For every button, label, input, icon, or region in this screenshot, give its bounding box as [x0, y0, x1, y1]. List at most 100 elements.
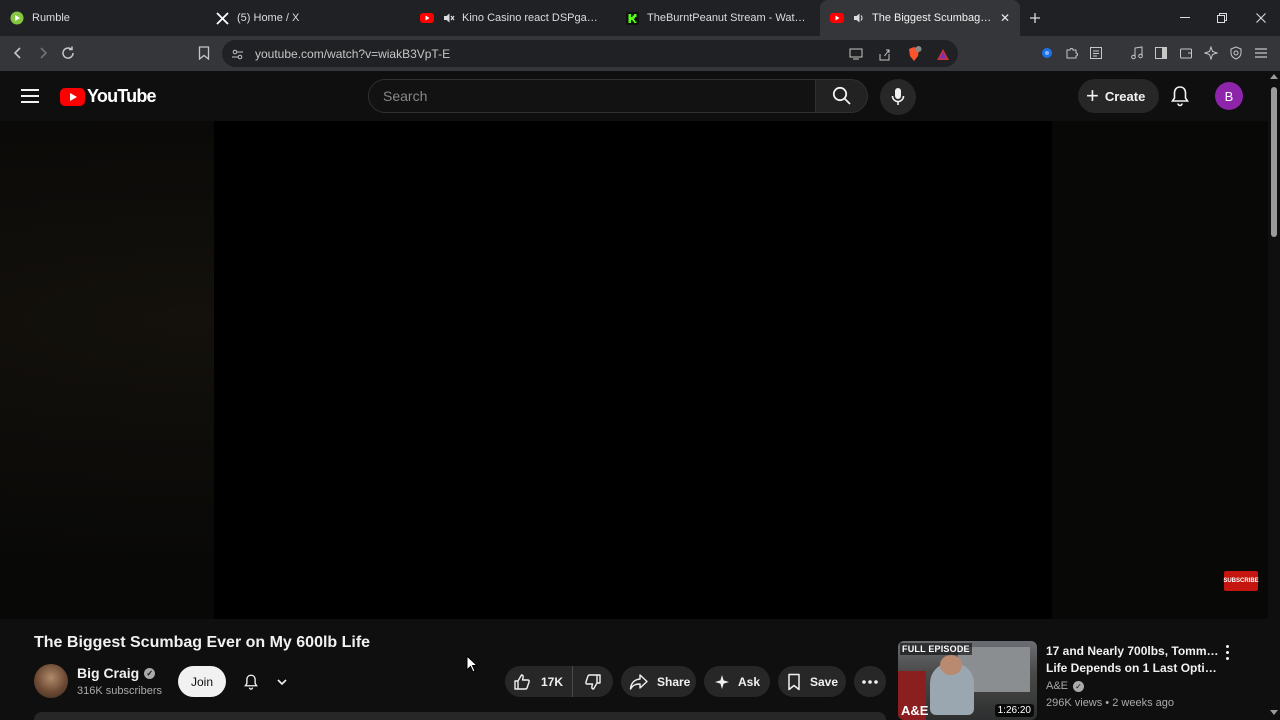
notification-bell-icon: [244, 674, 258, 690]
join-button[interactable]: Join: [178, 666, 226, 697]
share-page-icon[interactable]: [875, 45, 893, 63]
save-bookmark-icon: [788, 673, 800, 690]
ask-label: Ask: [738, 674, 761, 689]
logo-text: YouTube: [87, 86, 157, 106]
save-button[interactable]: Save: [778, 666, 846, 697]
address-bar[interactable]: youtube.com/watch?v=wiakB3VpT-E: [222, 40, 958, 67]
kick-icon: [625, 11, 639, 25]
site-settings-icon[interactable]: [228, 45, 246, 63]
save-label: Save: [810, 674, 839, 689]
new-tab-button[interactable]: [1020, 0, 1050, 36]
tab-x-home[interactable]: (5) Home / X: [205, 0, 410, 36]
account-avatar[interactable]: B: [1215, 82, 1243, 110]
like-button[interactable]: 17K: [505, 666, 573, 697]
tab-title: Kino Casino react DSPgamings W: [462, 12, 605, 24]
video-player[interactable]: [214, 121, 1052, 619]
tab-title: (5) Home / X: [237, 12, 300, 24]
sidebar-icon[interactable]: [1152, 44, 1170, 62]
thumbs-down-icon: [585, 673, 601, 690]
channel-avatar[interactable]: [34, 664, 68, 698]
search-button[interactable]: [816, 79, 868, 113]
mouse-cursor-icon: [466, 655, 478, 673]
channel-name-row[interactable]: Big Craig ✓: [77, 665, 156, 681]
channel-name[interactable]: Big Craig: [77, 665, 139, 681]
more-horizontal-icon: [862, 679, 878, 684]
more-actions-button[interactable]: [854, 666, 886, 697]
video-duration: 1:26:20: [994, 704, 1034, 717]
share-arrow-icon: [629, 673, 648, 690]
cast-icon[interactable]: [847, 45, 865, 63]
description-box[interactable]: [34, 712, 886, 720]
extension-blue-icon[interactable]: [1038, 44, 1056, 62]
microphone-icon: [891, 88, 905, 105]
youtube-icon: [420, 11, 434, 25]
tab-title: Rumble: [32, 12, 70, 24]
guide-menu-icon[interactable]: [18, 85, 42, 109]
youtube-icon: [830, 11, 844, 25]
media-control-icon[interactable]: [1128, 44, 1146, 62]
recommended-more-icon[interactable]: [1220, 643, 1234, 661]
rumble-icon: [10, 11, 24, 25]
forward-button[interactable]: [29, 39, 57, 67]
sparkle-icon: [715, 674, 729, 689]
bookmark-icon[interactable]: [190, 39, 218, 67]
video-title: The Biggest Scumbag Ever on My 600lb Lif…: [34, 634, 371, 651]
share-button[interactable]: Share: [621, 666, 696, 697]
youtube-header: YouTube + Create B: [0, 71, 1268, 121]
voice-search-button[interactable]: [880, 79, 916, 115]
recommended-title-line1[interactable]: 17 and Nearly 700lbs, Tommy's: [1046, 643, 1222, 660]
vpn-icon[interactable]: [1227, 44, 1245, 62]
close-window-button[interactable]: [1242, 0, 1280, 36]
chevron-down-icon: [277, 678, 287, 685]
thumbnail-head-shape: [940, 655, 962, 675]
youtube-logo[interactable]: YouTube: [60, 86, 157, 107]
brave-shields-icon[interactable]: [905, 45, 923, 63]
notifications-bell-icon[interactable]: [1168, 84, 1192, 108]
leo-ai-icon[interactable]: [1202, 44, 1220, 62]
tab-title: TheBurntPeanut Stream - Watch Live: [647, 12, 810, 24]
scroll-down-arrow-icon[interactable]: [1270, 710, 1278, 715]
tab-title: The Biggest Scumbag Ever on: [872, 12, 992, 24]
reload-button[interactable]: [54, 39, 82, 67]
recommended-video-thumbnail[interactable]: FULL EPISODE A&E 1:26:20: [898, 641, 1037, 720]
muted-icon[interactable]: [442, 11, 456, 25]
search-input[interactable]: [369, 80, 815, 112]
recommended-channel-row[interactable]: A&E ✓: [1046, 680, 1085, 692]
ask-button[interactable]: Ask: [704, 666, 770, 697]
search-box[interactable]: [368, 79, 816, 113]
browser-tab-strip: Rumble (5) Home / X Kino Casino react DS…: [0, 0, 1280, 36]
tab-rumble[interactable]: Rumble: [0, 0, 205, 36]
tab-active-biggest-scumbag[interactable]: The Biggest Scumbag Ever on ✕: [820, 0, 1020, 36]
subscribe-watermark[interactable]: SUBSCRIBE: [1223, 571, 1259, 591]
back-button[interactable]: [4, 39, 32, 67]
brave-rewards-icon[interactable]: [934, 45, 952, 63]
tab-close-icon[interactable]: ✕: [1000, 11, 1010, 25]
wallet-icon[interactable]: [1177, 44, 1195, 62]
reader-mode-icon[interactable]: [1087, 44, 1105, 62]
extensions-puzzle-icon[interactable]: [1063, 44, 1081, 62]
like-dislike-group: 17K: [505, 666, 613, 697]
ae-logo: A&E: [901, 703, 929, 718]
recommended-video-title[interactable]: 17 and Nearly 700lbs, Tommy's Life Depen…: [1046, 643, 1222, 677]
tab-burntpeanut-stream[interactable]: TheBurntPeanut Stream - Watch Live: [615, 0, 820, 36]
thumbs-up-icon: [514, 673, 530, 690]
like-count: 17K: [541, 674, 564, 689]
scroll-up-arrow-icon[interactable]: [1270, 74, 1278, 79]
tab-kino-casino[interactable]: Kino Casino react DSPgamings W: [410, 0, 615, 36]
browser-menu-icon[interactable]: [1252, 44, 1270, 62]
browser-toolbar: youtube.com/watch?v=wiakB3VpT-E: [0, 36, 1280, 71]
full-episode-badge: FULL EPISODE: [900, 643, 972, 655]
page-scrollbar[interactable]: [1268, 71, 1280, 720]
create-button[interactable]: + Create: [1078, 79, 1160, 113]
subscription-notifications-button[interactable]: [238, 666, 292, 697]
recommended-channel-name[interactable]: A&E: [1046, 680, 1068, 692]
scroll-thumb[interactable]: [1271, 87, 1277, 237]
restore-button[interactable]: [1203, 0, 1241, 36]
minimize-button[interactable]: [1166, 0, 1204, 36]
audio-playing-icon[interactable]: [852, 11, 866, 25]
plus-icon: +: [1086, 83, 1099, 108]
subscriber-count: 316K subscribers: [77, 685, 162, 697]
dislike-button[interactable]: [573, 673, 613, 691]
recommended-title-line2[interactable]: Life Depends on 1 Last Option ...: [1046, 660, 1222, 677]
create-label: Create: [1104, 88, 1146, 104]
